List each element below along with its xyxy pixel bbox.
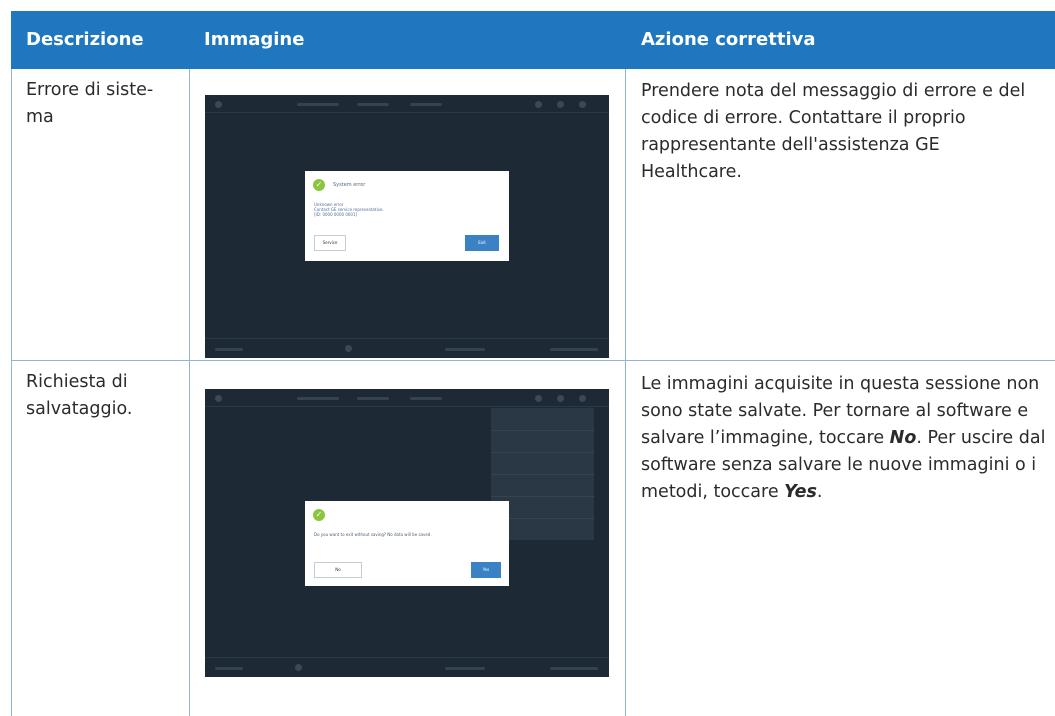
grid-line-col2 [625, 69, 626, 716]
help-icon [535, 101, 542, 108]
screenshot-system-error: ✓ System error Unknown error Contact GE … [205, 95, 609, 358]
dialog-message: Unknown error Contact GE service represe… [314, 202, 384, 217]
service-button[interactable]: Service [314, 235, 346, 251]
row1-description-line2: ma [26, 107, 54, 127]
grid-line-left [11, 69, 12, 716]
folder-icon [557, 395, 564, 402]
header-action: Azione correttiva [641, 29, 816, 50]
gear-icon [579, 101, 586, 108]
check-icon: ✓ [313, 509, 325, 521]
no-button[interactable]: No [314, 562, 362, 578]
user-icon [295, 664, 302, 671]
screenshot-bottombar [205, 657, 609, 677]
row1-description-line1: Errore di siste- [26, 80, 154, 100]
header-image: Immagine [204, 29, 305, 50]
gear-icon [579, 395, 586, 402]
row2-description-line1: Richiesta di [26, 372, 128, 392]
screenshot-topbar [205, 95, 609, 113]
system-error-dialog: ✓ System error Unknown error Contact GE … [305, 171, 509, 261]
yes-keyword: Yes [784, 482, 817, 502]
yes-button[interactable]: Yes [471, 562, 501, 578]
no-keyword: No [889, 428, 917, 448]
lock-icon [215, 101, 222, 108]
screenshot-bottombar [205, 338, 609, 358]
row2-description: Richiesta di salvataggio. [26, 369, 176, 423]
user-icon [345, 345, 352, 352]
row2-action: Le immagini acquisite in questa sessione… [641, 374, 1046, 502]
screenshot-save-prompt: ✓ Do you want to exit without saving? No… [205, 389, 609, 677]
grid-line-row [11, 360, 1055, 361]
header-description: Descrizione [26, 29, 144, 50]
exit-button[interactable]: Exit [465, 235, 499, 251]
save-prompt-dialog: ✓ Do you want to exit without saving? No… [305, 501, 509, 586]
row2-description-line2: salvataggio. [26, 399, 133, 419]
error-table: Descrizione Immagine Azione correttiva E… [11, 11, 1055, 716]
table-header: Descrizione Immagine Azione correttiva [11, 11, 1055, 69]
check-icon: ✓ [313, 179, 325, 191]
help-icon [535, 395, 542, 402]
screenshot-topbar [205, 389, 609, 407]
folder-icon [557, 101, 564, 108]
lock-icon [215, 395, 222, 402]
dialog-title: System error [333, 182, 366, 188]
row1-description: Errore di siste- ma [26, 77, 176, 131]
dialog-message: Do you want to exit without saving? No d… [314, 532, 432, 537]
row1-action: Prendere nota del messaggio di errore e … [641, 81, 1026, 182]
grid-line-col1 [189, 69, 190, 716]
